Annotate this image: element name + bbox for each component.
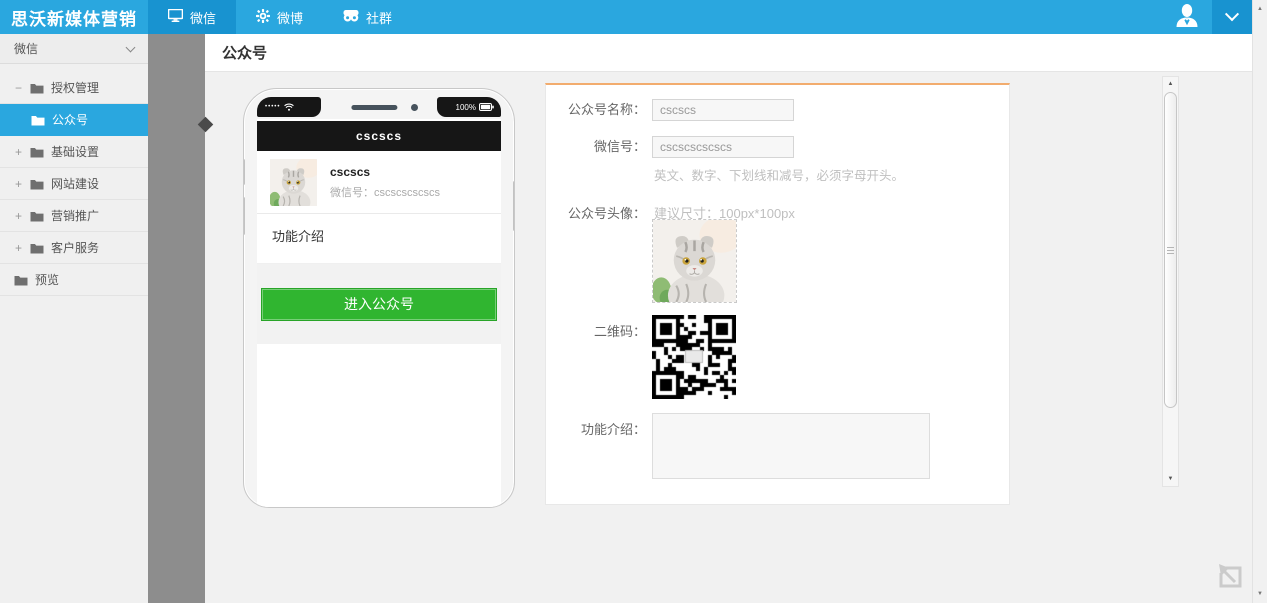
tab-weibo[interactable]: 微博 [236,0,323,34]
sidebar-item-label: 营销推广 [51,207,99,224]
scroll-up-arrow[interactable]: ▲ [1163,77,1178,91]
wechat-id-label: 微信号： [546,136,646,158]
account-name: cscscs [330,165,440,179]
folder-icon [31,114,45,126]
browser-scrollbar: ▲ ▼ [1252,0,1267,603]
wechat-id-input[interactable] [652,136,794,158]
folder-icon [30,210,44,222]
sidebar-item-marketing[interactable]: + 营销推广 [0,200,148,232]
wifi-icon [284,98,294,116]
qrcode-label: 二维码： [546,321,646,343]
enter-official-account-button[interactable]: 进入公众号 [261,288,497,321]
page-header: 公众号 [205,34,1252,72]
user-avatar-button[interactable] [1162,0,1212,34]
back-to-top-button[interactable] [1213,560,1247,594]
account-menu-button[interactable] [1212,0,1252,34]
expand-icon[interactable]: + [14,209,23,223]
sidebar-item-label: 公众号 [52,111,88,128]
navbar-right [1162,0,1252,34]
tab-label: 微信 [190,8,216,27]
wechat-id-hint: 英文、数字、下划线和减号，必须字母开头。 [654,165,904,184]
signal-dots: ••••• [265,104,281,110]
sidebar-item-label: 网站建设 [51,175,99,192]
function-intro-section: 功能介绍 [257,214,501,264]
sidebar-item-official-account[interactable]: 公众号 [0,104,148,136]
sidebar: 微信 − 授权管理 公众号 + 基础设置 + 网站建设 + 营销推广 + [0,34,148,603]
sidebar-item-website-building[interactable]: + 网站建设 [0,168,148,200]
folder-icon [30,178,44,190]
battery-percent: 100% [456,103,476,112]
expand-icon[interactable]: + [14,145,23,159]
sidebar-section-label: 微信 [14,40,38,57]
page-title: 公众号 [222,42,267,63]
sidebar-item-label: 基础设置 [51,143,99,160]
thumb-grip [1167,250,1174,251]
phone-side-button [243,159,245,185]
tab-wechat[interactable]: 微信 [148,0,236,34]
official-account-form: 公众号名称： 微信号： 英文、数字、下划线和减号，必须字母开头。 公众号头像： … [545,83,1010,505]
phone-speaker [351,105,397,110]
phone-status-bar: ••••• 100% [257,97,501,119]
button-band: 进入公众号 [257,264,501,344]
phone-side-button [513,181,515,231]
content-scrollbar: ▲ ▼ [1162,76,1179,487]
phone-body-blank [257,344,501,507]
qr-code-image [652,315,736,399]
sidebar-item-preview[interactable]: 预览 [0,264,148,296]
sidebar-item-label: 授权管理 [51,79,99,96]
monitor-icon [168,9,183,25]
phone-screen: ••••• 100% cscscs [257,97,501,507]
tab-label: 微博 [277,8,303,27]
sidebar-item-customer-service[interactable]: + 客户服务 [0,232,148,264]
account-profile-card: cscscs 微信号：cscscscscscs [257,151,501,213]
account-wechat-id: 微信号：cscscscscscs [330,184,440,200]
scrollbar-thumb[interactable] [1164,92,1177,408]
sidebar-collapse-strip [148,34,205,603]
browser-scroll-up-arrow[interactable]: ▲ [1253,2,1267,16]
sidebar-item-basic-settings[interactable]: + 基础设置 [0,136,148,168]
browser-scroll-down-arrow[interactable]: ▼ [1253,587,1267,601]
avatar-label: 公众号头像： [546,203,646,225]
folder-icon [30,82,44,94]
avatar-upload-image[interactable] [652,219,737,303]
folder-icon [30,242,44,254]
status-right: 100% [437,97,501,117]
sidebar-item-label: 预览 [35,271,59,288]
intro-textarea[interactable] [652,413,930,479]
back-to-top-icon [1213,560,1247,594]
sidebar-section-header[interactable]: 微信 [0,34,148,64]
sidebar-item-authorization[interactable]: − 授权管理 [0,72,148,104]
phone-header-title: cscscs [257,121,501,151]
folder-icon [14,274,28,286]
sidebar-item-label: 客户服务 [51,239,99,256]
battery-icon [479,98,494,116]
phone-camera-dot [411,104,418,111]
community-icon [343,9,359,25]
status-left: ••••• [257,97,321,117]
phone-mockup: ••••• 100% cscscs [243,88,515,508]
user-icon [1174,3,1200,32]
scroll-down-arrow[interactable]: ▼ [1163,472,1178,486]
tab-label: 社群 [366,8,392,27]
main-content: ••••• 100% cscscs [205,72,1252,603]
cat-avatar-image [653,220,736,302]
expand-icon[interactable]: + [14,241,23,255]
name-label: 公众号名称： [546,99,646,121]
folder-icon [30,146,44,158]
account-avatar-image [270,159,317,206]
expand-icon[interactable]: + [14,177,23,191]
app-logo: 思沃新媒体营销 [0,0,148,34]
intro-label: 功能介绍： [546,419,646,441]
chevron-down-icon [1225,7,1239,21]
collapse-icon[interactable]: − [14,81,23,95]
gear-icon [256,9,270,26]
phone-side-button [243,197,245,235]
chevron-down-icon [126,42,136,52]
tab-community[interactable]: 社群 [323,0,412,34]
top-navbar: 思沃新媒体营销 微信 微博 社群 [0,0,1252,34]
name-input[interactable] [652,99,794,121]
